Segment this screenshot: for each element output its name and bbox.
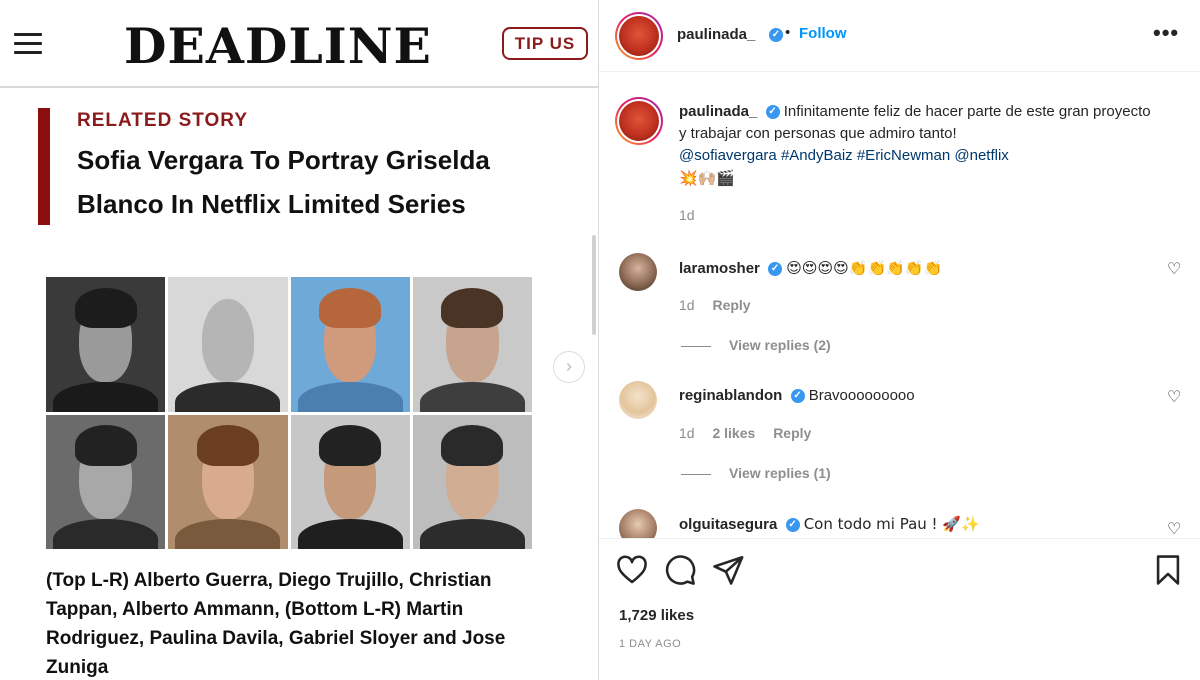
hamburger-menu-icon bbox=[14, 33, 42, 55]
verified-badge-icon: ✓ bbox=[765, 105, 780, 120]
post-emojis: 💥🙌🏼🎬 bbox=[679, 169, 736, 187]
comment-time[interactable]: 1d bbox=[679, 425, 695, 441]
post-header: paulinada_ ✓ • Follow ••• bbox=[599, 0, 1200, 72]
comment-time[interactable]: 1d bbox=[679, 297, 695, 313]
comment-text: 😍😍😍😍👏👏👏👏👏 bbox=[786, 259, 943, 277]
like-comment-heart-icon[interactable]: ♡ bbox=[1167, 259, 1181, 279]
post-username[interactable]: paulinada_ bbox=[679, 103, 757, 120]
view-replies-button[interactable]: View replies (2) bbox=[681, 337, 831, 353]
share-paper-plane-icon[interactable] bbox=[711, 553, 745, 587]
verified-badge-icon: ✓ bbox=[768, 262, 783, 277]
post-date: 1 DAY AGO bbox=[619, 638, 682, 650]
related-story-accent-bar bbox=[38, 108, 50, 225]
cast-photo bbox=[290, 277, 410, 412]
cast-photo bbox=[412, 277, 532, 412]
cast-photo bbox=[46, 414, 166, 549]
cast-photo bbox=[290, 414, 410, 549]
related-story-label: RELATED STORY bbox=[77, 110, 248, 131]
comment-meta: 1d 2 likes Reply bbox=[679, 425, 825, 441]
comment-username[interactable]: laramosher bbox=[679, 260, 760, 277]
cast-photo bbox=[46, 277, 166, 412]
like-heart-icon[interactable] bbox=[615, 553, 649, 587]
hashtag-link[interactable]: #EricNewman bbox=[857, 147, 950, 164]
like-comment-heart-icon[interactable]: ♡ bbox=[1167, 387, 1181, 407]
tip-us-badge: TIP US bbox=[502, 27, 588, 60]
cast-photo-grid bbox=[46, 277, 532, 549]
post-image: DEADLINE TIP US RELATED STORY Sofia Verg… bbox=[0, 0, 598, 680]
avatar[interactable] bbox=[615, 97, 663, 145]
save-bookmark-icon[interactable] bbox=[1151, 553, 1185, 587]
cast-photo bbox=[168, 277, 288, 412]
comment-text: Con todo mi Pau ! 🚀✨ bbox=[803, 515, 980, 533]
photo-caption: (Top L-R) Alberto Guerra, Diego Trujillo… bbox=[46, 570, 506, 678]
deadline-logo: DEADLINE bbox=[124, 17, 432, 75]
verified-badge-icon: ✓ bbox=[790, 389, 805, 404]
avatar[interactable] bbox=[619, 253, 657, 291]
comment-username[interactable]: olguitasegura bbox=[679, 516, 777, 533]
reply-button[interactable]: Reply bbox=[712, 297, 750, 313]
header-username[interactable]: paulinada_ bbox=[677, 26, 755, 43]
reply-button[interactable]: Reply bbox=[773, 425, 811, 441]
more-options-icon[interactable]: ••• bbox=[1153, 20, 1179, 46]
post-timestamp[interactable]: 1d bbox=[679, 207, 695, 223]
comment-username[interactable]: reginablandon bbox=[679, 387, 782, 404]
related-story-title: Sofia Vergara To Portray Griselda Blanco… bbox=[77, 145, 490, 219]
post-actions-bar: 1,729 likes 1 DAY AGO bbox=[599, 538, 1200, 680]
verified-badge-icon: ✓ bbox=[769, 28, 783, 42]
post-caption: paulinada_ ✓ Infinitamente feliz de hace… bbox=[679, 101, 1159, 190]
verified-badge-icon: ✓ bbox=[785, 518, 800, 533]
cast-photo bbox=[412, 414, 532, 549]
view-replies-button[interactable]: View replies (1) bbox=[681, 465, 831, 481]
avatar[interactable] bbox=[615, 12, 663, 60]
instagram-side-panel: paulinada_ ✓ • Follow ••• paulinada_ ✓ I… bbox=[598, 0, 1200, 680]
cast-photo bbox=[168, 414, 288, 549]
hashtag-link[interactable]: #AndyBaiz bbox=[781, 147, 853, 164]
avatar[interactable] bbox=[619, 509, 657, 538]
separator-dot: • bbox=[785, 24, 791, 41]
follow-button[interactable]: Follow bbox=[799, 25, 847, 42]
comment-meta: 1d Reply bbox=[679, 297, 765, 313]
comment-text: Bravooooooooo bbox=[808, 387, 915, 404]
mention-link[interactable]: @netflix bbox=[954, 147, 1008, 164]
comment-likes[interactable]: 2 likes bbox=[712, 425, 755, 441]
like-comment-heart-icon[interactable]: ♡ bbox=[1167, 519, 1181, 538]
mention-link[interactable]: @sofiavergara bbox=[679, 147, 777, 164]
likes-count[interactable]: 1,729 likes bbox=[619, 607, 694, 624]
avatar[interactable] bbox=[619, 381, 657, 419]
comments-section[interactable]: paulinada_ ✓ Infinitamente feliz de hace… bbox=[599, 73, 1200, 538]
comment-bubble-icon[interactable] bbox=[663, 553, 697, 587]
deadline-header: DEADLINE TIP US bbox=[0, 0, 598, 88]
scrollbar bbox=[592, 235, 596, 335]
next-image-arrow-icon[interactable]: › bbox=[553, 351, 585, 383]
